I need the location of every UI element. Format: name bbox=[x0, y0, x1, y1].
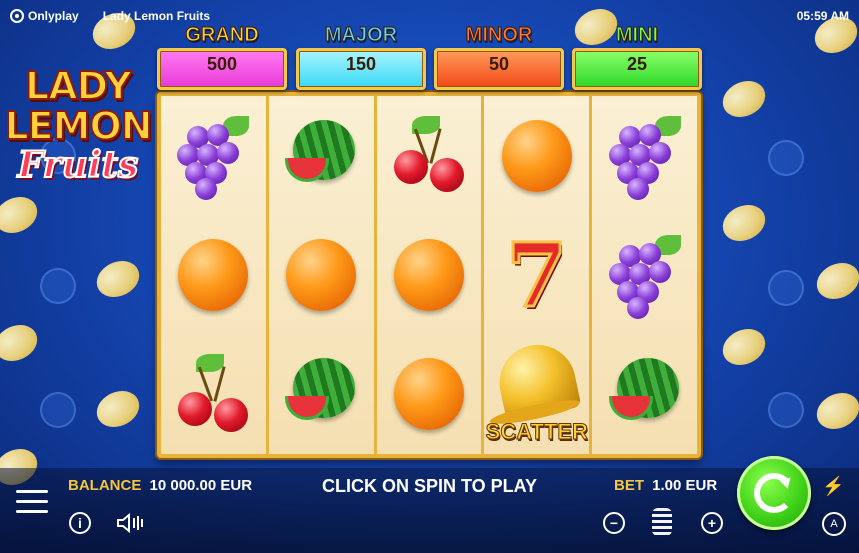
jackpot-value: 500 bbox=[157, 48, 287, 90]
reel-cell bbox=[377, 96, 482, 215]
bg-lemon-icon bbox=[90, 384, 146, 434]
bg-lemon-icon bbox=[716, 322, 772, 372]
sound-icon[interactable] bbox=[116, 512, 144, 534]
spin-arrow-icon bbox=[754, 473, 794, 513]
decrease-bet-button[interactable]: − bbox=[603, 512, 625, 534]
reel-cell bbox=[161, 96, 266, 215]
orange-icon bbox=[178, 238, 249, 311]
reel-cell: SCATTER bbox=[484, 335, 589, 454]
game-logo: LADY LEMON Fruits bbox=[3, 64, 153, 196]
grapes-icon bbox=[177, 115, 250, 200]
bg-fruit-icon bbox=[768, 392, 804, 428]
logo-line-lemon: LEMON bbox=[3, 104, 153, 148]
bg-lemon-icon bbox=[90, 254, 146, 304]
seven-icon: 7 bbox=[505, 222, 569, 327]
jackpot-minor: MINOR 50 bbox=[434, 22, 564, 92]
bell-scatter-icon: SCATTER bbox=[485, 338, 588, 449]
jackpot-mini: MINI 25 bbox=[572, 22, 702, 92]
reel-cell bbox=[592, 335, 697, 454]
bottom-control-bar: BALANCE 10 000.00 EUR i CLICK ON SPIN TO… bbox=[0, 456, 859, 553]
coins-icon[interactable] bbox=[652, 508, 672, 536]
reel-4: 7 SCATTER bbox=[484, 96, 593, 454]
reel-cell bbox=[592, 96, 697, 215]
logo-line-lady: LADY bbox=[24, 64, 133, 108]
reel-2 bbox=[268, 96, 377, 454]
bet-label: BET bbox=[614, 477, 644, 494]
menu-icon[interactable] bbox=[16, 490, 48, 514]
reel-cell: 7 bbox=[484, 215, 589, 334]
watermelon-icon bbox=[285, 119, 357, 192]
cherries-icon bbox=[392, 115, 466, 196]
orange-icon bbox=[393, 238, 464, 311]
onlyplay-logo-icon bbox=[10, 9, 24, 23]
balance-label: BALANCE bbox=[68, 477, 142, 494]
bg-fruit-icon bbox=[768, 270, 804, 306]
bg-fruit-icon bbox=[768, 140, 804, 176]
reel-5 bbox=[592, 96, 697, 454]
top-bar: Onlyplay Lady Lemon Fruits 05:59 AM bbox=[0, 0, 859, 32]
jackpot-value: 25 bbox=[572, 48, 702, 90]
info-icon[interactable]: i bbox=[69, 512, 91, 534]
reel-1 bbox=[161, 96, 269, 454]
bg-lemon-icon bbox=[0, 190, 44, 240]
status-message: CLICK ON SPIN TO PLAY bbox=[322, 476, 538, 496]
clock: 05:59 AM bbox=[796, 9, 849, 23]
jackpot-grand: GRAND 500 bbox=[157, 22, 287, 92]
brand: Onlyplay bbox=[10, 9, 79, 23]
autoplay-icon[interactable]: A bbox=[822, 512, 846, 536]
balance-value: 10 000.00 EUR bbox=[149, 477, 253, 494]
reel-cell bbox=[269, 335, 374, 454]
grapes-icon bbox=[608, 234, 681, 319]
watermelon-icon bbox=[285, 358, 357, 430]
bg-fruit-icon bbox=[40, 268, 76, 304]
orange-icon bbox=[286, 238, 357, 311]
logo-line-fruits: Fruits bbox=[17, 144, 140, 186]
bg-fruit-icon bbox=[40, 392, 76, 428]
jackpot-major: MAJOR 150 bbox=[296, 22, 426, 92]
scatter-label: SCATTER bbox=[485, 419, 588, 445]
bet-display: BET 1.00 EUR bbox=[614, 477, 717, 494]
reel-cell bbox=[161, 335, 266, 454]
brand-name: Onlyplay bbox=[28, 9, 79, 23]
jackpot-value: 150 bbox=[296, 48, 426, 90]
jackpot-value: 50 bbox=[434, 48, 564, 90]
bet-value: 1.00 EUR bbox=[652, 477, 718, 494]
orange-icon bbox=[501, 119, 572, 192]
reel-cell bbox=[269, 96, 374, 215]
balance-display: BALANCE 10 000.00 EUR bbox=[68, 477, 252, 494]
reels-grid: 7 SCATTER bbox=[157, 92, 701, 458]
bg-lemon-icon bbox=[810, 386, 859, 436]
reel-cell bbox=[161, 215, 266, 334]
reel-cell bbox=[377, 335, 482, 454]
bg-lemon-icon bbox=[810, 256, 859, 306]
reel-cell bbox=[484, 96, 589, 215]
reel-3 bbox=[376, 96, 485, 454]
orange-icon bbox=[393, 358, 464, 431]
spin-button[interactable] bbox=[737, 456, 811, 530]
reel-cell bbox=[377, 215, 482, 334]
bg-lemon-icon bbox=[0, 318, 44, 368]
reel-cell bbox=[269, 215, 374, 334]
reel-cell bbox=[592, 215, 697, 334]
bg-lemon-icon bbox=[716, 198, 772, 248]
watermelon-icon bbox=[608, 358, 681, 430]
grapes-icon bbox=[608, 115, 681, 200]
cherries-icon bbox=[176, 354, 250, 434]
bg-lemon-icon bbox=[716, 74, 772, 124]
increase-bet-button[interactable]: + bbox=[701, 512, 723, 534]
game-title: Lady Lemon Fruits bbox=[102, 9, 211, 23]
turbo-icon[interactable]: ⚡ bbox=[822, 476, 844, 497]
